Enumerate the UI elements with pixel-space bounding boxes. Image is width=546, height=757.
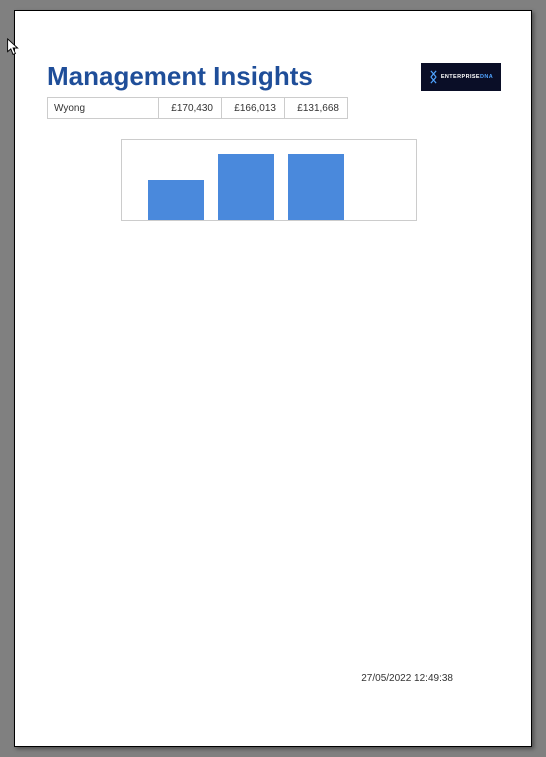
- document-page: Management Insights ENTERPRISEDNA Wyong …: [14, 10, 532, 747]
- brand-logo: ENTERPRISEDNA: [421, 63, 501, 91]
- cursor-icon: [6, 38, 22, 58]
- logo-glyph-icon: [429, 70, 438, 84]
- logo-text-main: ENTERPRISE: [441, 74, 480, 80]
- data-table: Wyong £170,430 £166,013 £131,668: [47, 97, 348, 119]
- row-cell: £166,013: [222, 98, 285, 119]
- chart-plot-area: [122, 140, 416, 220]
- row-cell: £170,430: [159, 98, 222, 119]
- row-cell: £131,668: [285, 98, 348, 119]
- table-row: Wyong £170,430 £166,013 £131,668: [48, 98, 348, 119]
- footer-timestamp: 27/05/2022 12:49:38: [361, 673, 453, 684]
- chart-bar: [218, 154, 274, 220]
- page-header: Management Insights ENTERPRISEDNA: [47, 61, 501, 92]
- logo-text-accent: DNA: [480, 74, 493, 80]
- logo-text: ENTERPRISEDNA: [441, 74, 493, 80]
- chart-bar: [288, 154, 344, 220]
- chart-bar: [148, 180, 204, 220]
- page-title: Management Insights: [47, 61, 313, 92]
- bar-chart: [121, 139, 417, 221]
- pdf-viewer-frame: Management Insights ENTERPRISEDNA Wyong …: [0, 0, 546, 757]
- row-label: Wyong: [48, 98, 159, 119]
